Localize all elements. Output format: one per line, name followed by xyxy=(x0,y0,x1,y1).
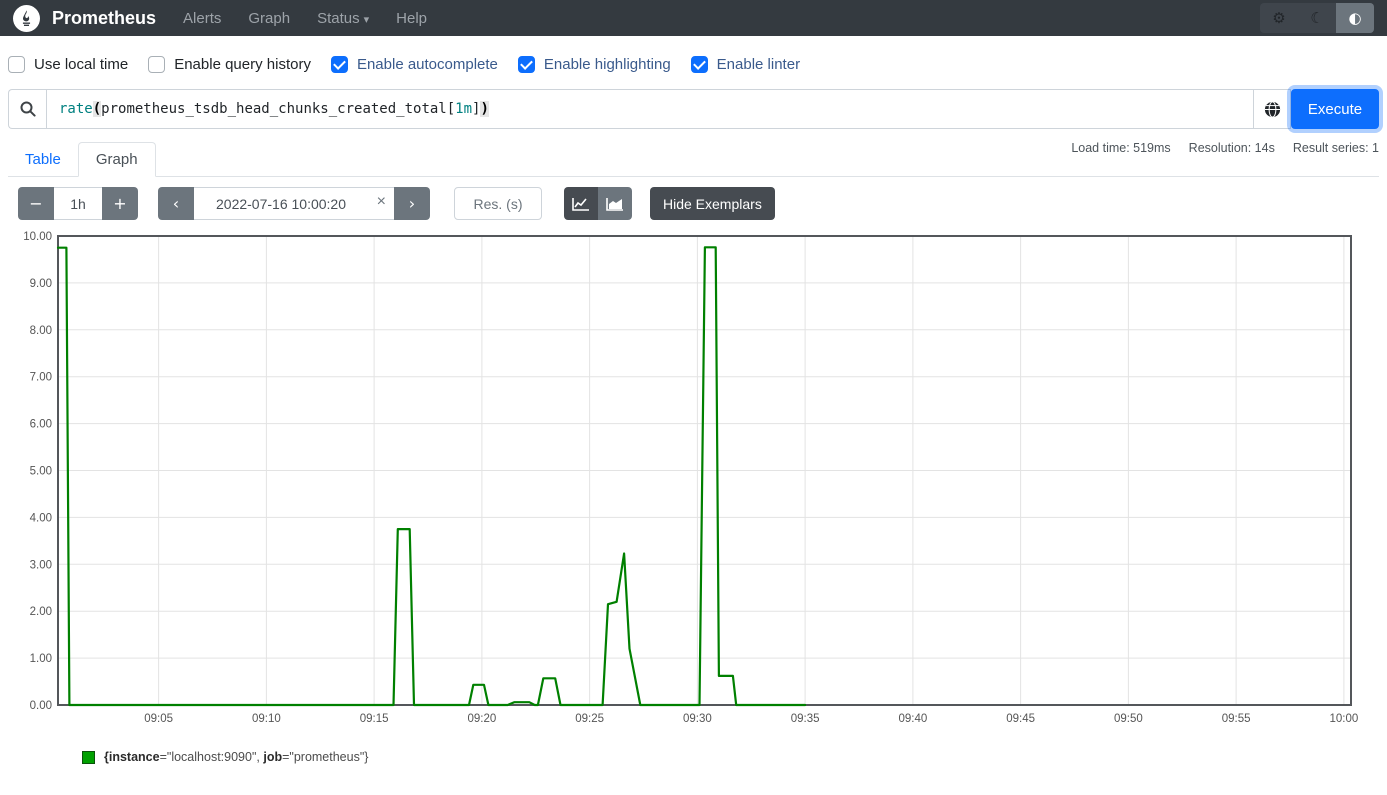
svg-text:09:10: 09:10 xyxy=(252,713,281,725)
checkbox-box[interactable] xyxy=(8,56,25,73)
checkbox-enable-autocomplete[interactable]: Enable autocomplete xyxy=(331,56,498,73)
hide-exemplars-button[interactable]: Hide Exemplars xyxy=(650,187,775,220)
globe-icon xyxy=(1264,101,1281,118)
svg-text:9.00: 9.00 xyxy=(30,278,52,290)
resolution: Resolution: 14s xyxy=(1189,141,1275,155)
result-tabs: Table Graph Load time: 519ms Resolution:… xyxy=(8,139,1379,177)
range-group: − + xyxy=(18,187,138,220)
svg-text:09:05: 09:05 xyxy=(144,713,173,725)
options-row: Use local time Enable query history Enab… xyxy=(0,36,1387,85)
moon-icon[interactable]: ☾ xyxy=(1298,3,1336,33)
range-increase-button[interactable]: + xyxy=(102,187,138,220)
checkbox-enable-linter[interactable]: Enable linter xyxy=(691,56,800,73)
settings-icon[interactable]: ⚙ xyxy=(1260,3,1298,33)
checkbox-box[interactable] xyxy=(148,56,165,73)
stacked-chart-icon[interactable] xyxy=(598,187,632,220)
svg-text:09:30: 09:30 xyxy=(683,713,712,725)
svg-text:09:45: 09:45 xyxy=(1006,713,1035,725)
graph-canvas[interactable]: 09:05 09:10 09:15 09:20 09:25 09:30 09:35 09:40… xyxy=(0,228,1387,738)
datetime-input[interactable] xyxy=(194,187,394,220)
svg-text:8.00: 8.00 xyxy=(30,325,52,337)
svg-text:2.00: 2.00 xyxy=(30,606,52,618)
prometheus-logo-icon[interactable] xyxy=(13,5,40,32)
svg-text:5.00: 5.00 xyxy=(30,466,52,478)
svg-text:09:55: 09:55 xyxy=(1222,713,1251,725)
search-icon xyxy=(8,89,46,129)
svg-text:0.00: 0.00 xyxy=(30,700,52,712)
svg-text:09:20: 09:20 xyxy=(468,713,497,725)
range-input[interactable] xyxy=(54,187,102,220)
svg-text:10:00: 10:00 xyxy=(1330,713,1359,725)
graph-controls: − + ‹ × › Hide Exemplars xyxy=(18,187,1387,220)
result-series: Result series: 1 xyxy=(1293,141,1379,155)
theme-toggle-group: ⚙ ☾ ◐ xyxy=(1260,3,1374,33)
query-expression-input[interactable]: rate(prometheus_tsdb_head_chunks_created… xyxy=(46,89,1254,129)
app-title[interactable]: Prometheus xyxy=(52,8,156,29)
legend-item[interactable]: {instance="localhost:9090", job="prometh… xyxy=(82,750,1387,764)
chart-section: 09:05 09:10 09:15 09:20 09:25 09:30 09:35 09:40… xyxy=(0,228,1387,738)
navbar: Prometheus Alerts Graph Status▾ Help ⚙ ☾… xyxy=(0,0,1387,36)
series-label: {instance="localhost:9090", job="prometh… xyxy=(104,750,368,764)
svg-text:4.00: 4.00 xyxy=(30,512,52,524)
svg-text:6.00: 6.00 xyxy=(30,419,52,431)
tab-graph[interactable]: Graph xyxy=(78,142,156,177)
query-bar: rate(prometheus_tsdb_head_chunks_created… xyxy=(8,89,1379,129)
checkbox-enable-query-history[interactable]: Enable query history xyxy=(148,56,311,73)
contrast-icon[interactable]: ◐ xyxy=(1336,3,1374,33)
nav-status-dropdown[interactable]: Status▾ xyxy=(317,10,369,27)
line-chart-icon[interactable] xyxy=(564,187,598,220)
svg-text:10.00: 10.00 xyxy=(23,231,52,243)
svg-text:09:50: 09:50 xyxy=(1114,713,1143,725)
metrics-explorer-button[interactable] xyxy=(1254,89,1291,129)
svg-text:7.00: 7.00 xyxy=(30,372,52,384)
checkbox-box[interactable] xyxy=(518,56,535,73)
chevron-left-icon: ‹ xyxy=(173,194,179,213)
nav-alerts[interactable]: Alerts xyxy=(183,10,221,27)
time-back-button[interactable]: ‹ xyxy=(158,187,194,220)
execute-button[interactable]: Execute xyxy=(1291,89,1379,129)
chart-type-toggle xyxy=(564,187,632,220)
svg-text:09:25: 09:25 xyxy=(575,713,604,725)
query-expression: rate(prometheus_tsdb_head_chunks_created… xyxy=(59,101,489,117)
query-stats: Load time: 519ms Resolution: 14s Result … xyxy=(1071,141,1379,155)
svg-text:3.00: 3.00 xyxy=(30,559,52,571)
time-forward-button[interactable]: › xyxy=(394,187,430,220)
nav-help[interactable]: Help xyxy=(396,10,427,27)
checkbox-use-local-time[interactable]: Use local time xyxy=(8,56,128,73)
resolution-input[interactable] xyxy=(454,187,542,220)
clear-time-icon[interactable]: × xyxy=(377,193,386,211)
range-decrease-button[interactable]: − xyxy=(18,187,54,220)
svg-text:09:40: 09:40 xyxy=(899,713,928,725)
svg-text:09:15: 09:15 xyxy=(360,713,389,725)
load-time: Load time: 519ms xyxy=(1071,141,1170,155)
svg-text:1.00: 1.00 xyxy=(30,653,52,665)
svg-text:09:35: 09:35 xyxy=(791,713,820,725)
nav-graph[interactable]: Graph xyxy=(248,10,290,27)
time-picker-group: ‹ × › xyxy=(158,187,430,220)
chevron-right-icon: › xyxy=(409,194,415,213)
tab-table[interactable]: Table xyxy=(8,143,78,176)
series-color-swatch xyxy=(82,751,95,764)
checkbox-box[interactable] xyxy=(691,56,708,73)
checkbox-enable-highlighting[interactable]: Enable highlighting xyxy=(518,56,671,73)
chevron-down-icon: ▾ xyxy=(364,14,370,26)
checkbox-box[interactable] xyxy=(331,56,348,73)
